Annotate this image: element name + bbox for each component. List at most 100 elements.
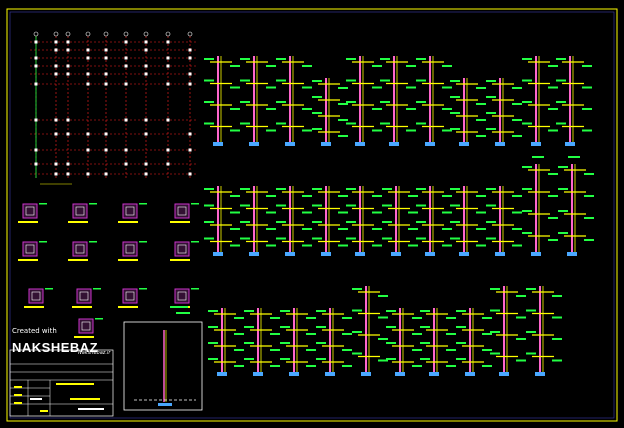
plan-column — [124, 82, 128, 86]
elevation-label — [266, 65, 276, 67]
elevation-footing — [355, 252, 365, 256]
elevation-footing — [395, 372, 405, 376]
plan-column — [144, 72, 148, 76]
elevation-label — [234, 365, 244, 367]
elevation-level-tag — [486, 112, 496, 114]
elevation-label — [512, 119, 522, 121]
elevation-level-tag — [346, 188, 356, 190]
elevation-level-tag — [208, 342, 218, 344]
elevation-level-tag — [276, 188, 286, 190]
column-section-label — [68, 221, 88, 223]
elevation-label — [552, 295, 562, 297]
elevation-footing — [285, 252, 295, 256]
elevation-level-tag — [204, 221, 214, 223]
elevation-label — [306, 317, 316, 319]
elevation-level-tag — [204, 101, 214, 103]
column-section-label — [170, 259, 190, 261]
elevation-label — [548, 129, 558, 132]
elevation-label — [372, 195, 382, 197]
elevation-label — [548, 217, 558, 219]
elevation-level-tag — [522, 166, 532, 168]
elevation-level-tag — [276, 204, 286, 207]
elevation-level-tag — [522, 188, 532, 190]
elevation-label — [412, 349, 422, 351]
elevation-level-tag — [244, 342, 254, 344]
elevation-level-tag — [556, 122, 566, 125]
elevation-level-tag — [204, 122, 214, 125]
elevation-level-tag — [380, 58, 390, 60]
elevation-footing — [355, 142, 365, 146]
column-sections — [18, 203, 199, 338]
elevation-label — [372, 228, 382, 230]
elevation-level-tag — [280, 326, 290, 328]
elevation-label — [230, 108, 240, 110]
elevation-level-tag — [556, 101, 566, 103]
elevation-label — [476, 135, 486, 137]
elevation-label — [482, 365, 492, 367]
column-section-label — [68, 259, 88, 261]
elevation-label — [342, 333, 352, 335]
plan-column — [86, 132, 90, 136]
elevation-level-tag — [316, 358, 326, 360]
column-section — [78, 318, 94, 334]
elevation-label — [270, 349, 280, 351]
plan-column — [104, 132, 108, 136]
plan-column — [104, 48, 108, 52]
plan-column — [188, 72, 192, 76]
elevation-footing — [459, 142, 469, 146]
plan-column — [66, 40, 70, 44]
elevation-level-tag — [346, 79, 356, 82]
elevation-level-tag — [456, 326, 466, 328]
elevation-label — [582, 65, 592, 67]
elevation-label — [266, 108, 276, 110]
column-section — [76, 288, 92, 304]
elevation-label — [338, 211, 348, 214]
elevation-label — [516, 295, 526, 297]
plan-column — [66, 118, 70, 122]
elevation-level-tag — [244, 326, 254, 328]
plan-column — [104, 72, 108, 76]
elevation-label — [476, 119, 486, 121]
elevation-label — [230, 129, 240, 132]
plan-column — [34, 148, 38, 152]
created-with-caption: Created with — [12, 327, 57, 335]
elevation-label — [476, 103, 486, 105]
elevation-label — [482, 317, 492, 319]
elevation-level-tag — [558, 188, 568, 190]
plan-column — [66, 162, 70, 166]
column-section-label — [118, 259, 138, 261]
elevation-level-tag — [522, 79, 532, 82]
elevation-level-tag — [450, 96, 460, 98]
elevation-label — [378, 295, 388, 297]
elevation-level-tag — [276, 79, 286, 82]
elevation-label — [552, 359, 562, 362]
plan-column — [54, 72, 58, 76]
column-elevations — [204, 56, 594, 376]
elevation-level-tag — [416, 101, 426, 103]
column-section-note — [139, 203, 147, 205]
elevation-label — [476, 211, 486, 214]
elevation-label — [548, 65, 558, 67]
elevation-level-tag — [208, 358, 218, 360]
elevation-level-tag — [382, 188, 392, 190]
elevation-footing — [249, 142, 259, 146]
plan-column — [144, 40, 148, 44]
column-section — [122, 241, 138, 257]
elevation-label — [412, 365, 422, 367]
cad-drawing-canvas[interactable] — [0, 0, 624, 428]
elevation-level-tag — [416, 237, 426, 240]
elevation-level-tag — [490, 331, 500, 333]
elevation-label — [266, 195, 276, 197]
elevation-label — [548, 86, 558, 89]
elevation-footing — [429, 372, 439, 376]
elevation-level-tag — [240, 221, 250, 223]
elevation-label — [338, 119, 348, 121]
grid-bubble — [143, 31, 149, 37]
column-section-note — [95, 318, 103, 320]
elevation-label — [582, 129, 592, 132]
elevation-level-tag — [346, 58, 356, 60]
elevation-level-tag — [312, 112, 322, 114]
elevation-footing — [389, 142, 399, 146]
elevation-label — [230, 244, 240, 247]
column-section-note — [93, 288, 101, 290]
